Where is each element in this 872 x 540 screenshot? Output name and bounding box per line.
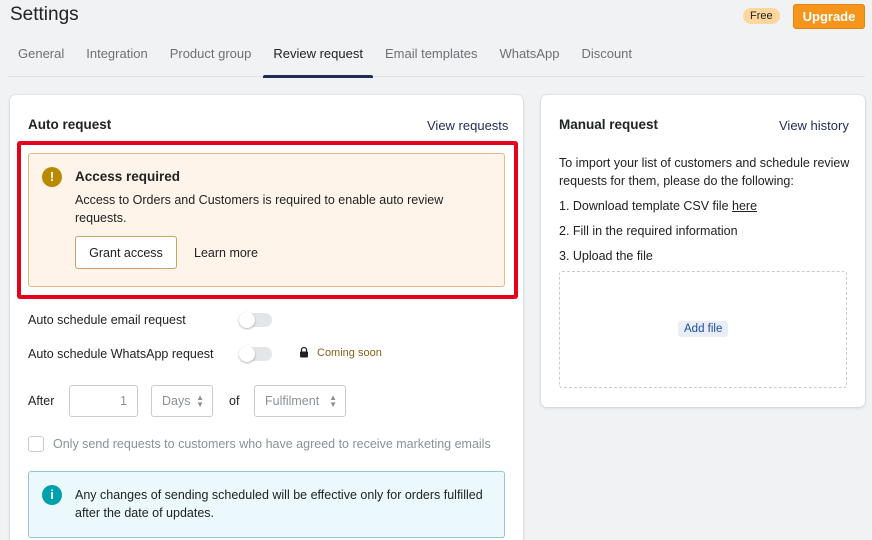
upgrade-button[interactable]: Upgrade [793, 4, 865, 29]
template-download-link[interactable]: here [732, 199, 757, 213]
marketing-consent-label: Only send requests to customers who have… [53, 437, 491, 451]
plan-badge: Free [743, 8, 780, 24]
settings-tabs: General Integration Product group Review… [8, 38, 865, 78]
toggle-knob [239, 346, 255, 362]
coming-soon-badge: Coming soon [317, 347, 382, 359]
info-banner: i Any changes of sending scheduled will … [28, 471, 505, 538]
manual-request-heading: Manual request [559, 117, 659, 132]
delay-number-input[interactable] [69, 385, 138, 417]
tab-integration[interactable]: Integration [76, 38, 157, 77]
lock-icon [300, 346, 308, 358]
add-file-button[interactable]: Add file [678, 321, 729, 337]
trigger-event-value: Fulfilment [265, 394, 320, 408]
view-requests-link[interactable]: View requests [427, 118, 508, 133]
tab-whatsapp[interactable]: WhatsApp [489, 38, 569, 77]
manual-intro-text: To import your list of customers and sch… [559, 156, 850, 188]
email-toggle[interactable] [239, 312, 272, 328]
whatsapp-toggle-label: Auto schedule WhatsApp request [28, 347, 214, 361]
tab-email-templates[interactable]: Email templates [375, 38, 487, 77]
info-icon: i [42, 485, 62, 505]
view-history-link[interactable]: View history [779, 118, 849, 133]
trigger-event-select[interactable]: Fulfilment ▲ ▼ [254, 385, 346, 417]
step-2: 2. Fill in the required information [559, 224, 738, 238]
step-1: 1. Download template CSV file here [559, 199, 757, 213]
select-arrows-icon: ▲ ▼ [329, 393, 337, 409]
tab-discount[interactable]: Discount [571, 38, 642, 77]
tab-product-group[interactable]: Product group [160, 38, 262, 77]
select-arrows-icon: ▲ ▼ [196, 393, 204, 409]
highlight-outline [17, 141, 518, 299]
after-label: After [28, 394, 55, 408]
tab-review-request[interactable]: Review request [263, 38, 373, 78]
toggle-knob [239, 312, 255, 328]
delay-unit-select[interactable]: Days ▲ ▼ [151, 385, 213, 417]
step-3: 3. Upload the file [559, 249, 653, 263]
info-text: Any changes of sending scheduled will be… [75, 488, 483, 520]
email-toggle-label: Auto schedule email request [28, 313, 186, 327]
whatsapp-toggle[interactable] [239, 346, 272, 362]
page-title: Settings [10, 4, 79, 25]
of-label: of [229, 394, 240, 408]
delay-unit-value: Days [162, 394, 191, 408]
tab-general[interactable]: General [8, 38, 74, 77]
marketing-consent-checkbox[interactable] [28, 436, 44, 452]
auto-request-heading: Auto request [28, 117, 112, 132]
step-1-text: 1. Download template CSV file [559, 199, 733, 213]
file-dropzone[interactable]: Add file [559, 271, 847, 388]
